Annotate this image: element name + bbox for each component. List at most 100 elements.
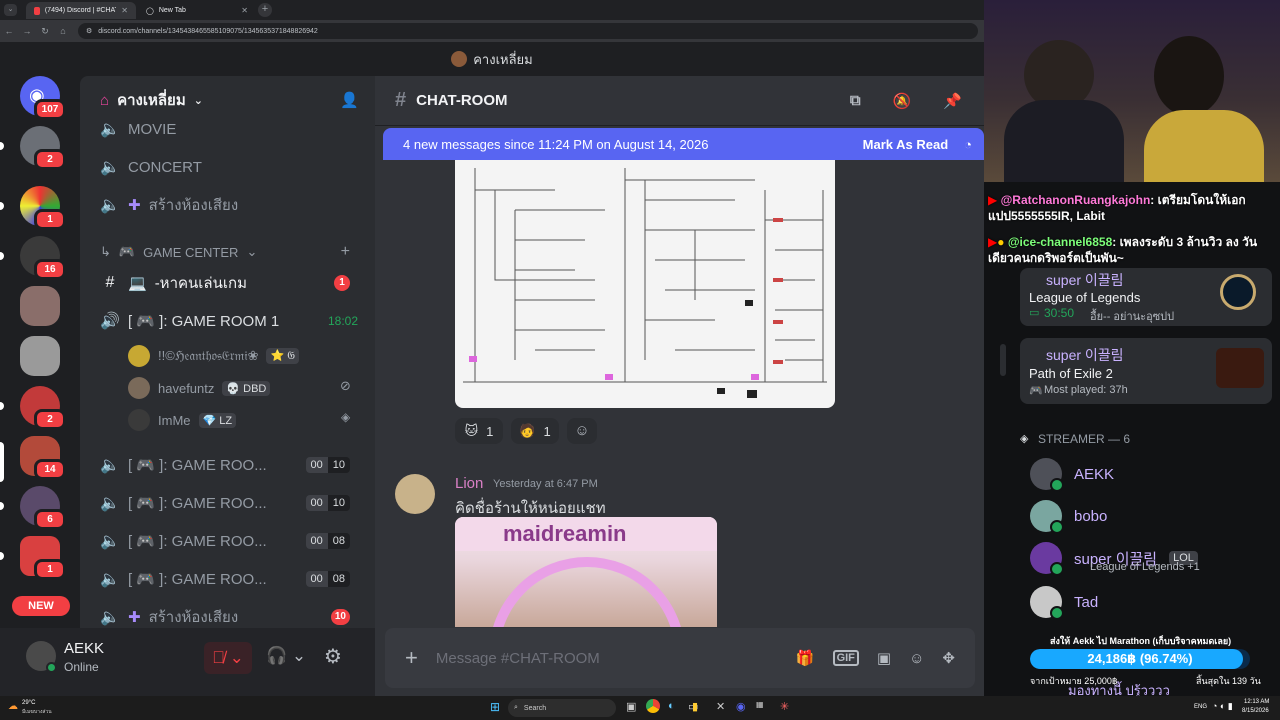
message-author[interactable]: Lion [455,475,483,492]
voice-user[interactable]: !!©ℌ𝔢𝔞𝔫𝔱𝔥𝔬𝔰𝔈𝔯𝔪𝔦❀ ⭐ 𝔊 [128,342,300,370]
direct-messages-button[interactable]: ◉ 107 [20,76,66,120]
face-emoji-icon: 🧑 [519,423,536,438]
category-game-center[interactable]: ↳ 🎮 GAME CENTER ⌄ + [100,237,368,267]
gif-icon[interactable]: GIF [832,650,859,666]
reaction-button[interactable]: 🐱 1 [455,418,503,444]
wifi-icon[interactable]: ◔ ◐ ▮ [1212,701,1233,712]
voice-channel-game-room[interactable]: 🔈 [ 🎮 ]: GAME ROO... 00 08 [100,526,368,556]
reload-icon[interactable]: ↻ [36,26,54,37]
voice-user[interactable]: ImMe 💎 LZ [128,406,237,434]
image-attachment[interactable] [455,160,835,408]
voice-channel-game-room-1[interactable]: 🔊 [ 🎮 ]: GAME ROOM 1 18:02 [100,306,368,336]
forward-icon[interactable]: → [18,26,36,36]
add-channel-icon[interactable]: + [341,243,350,261]
pin-icon[interactable]: 📌 [943,92,962,110]
chrome-icon[interactable] [646,699,660,713]
member-name: Tad [1074,593,1099,611]
voice-user[interactable]: havefuntz 💀 DBD [128,374,271,402]
browser-tab-bar: (7494) Discord | #CHAT-ROOM ✕ ◯ New Tab … [0,0,984,20]
member-item[interactable]: bobo [1030,498,1107,534]
steam-icon[interactable]: ◐ [668,700,675,712]
voice-channel-game-room[interactable]: 🔈 [ 🎮 ]: GAME ROO... 00 10 [100,488,368,518]
gift-icon[interactable]: 🎁 [796,649,815,667]
windows-start-icon[interactable]: ⊞ [490,700,500,714]
person-left-body [1004,100,1124,182]
server-icon[interactable]: 2 [20,386,66,430]
server-icon[interactable] [20,336,60,376]
mute-microphone-button[interactable]: 🎙̸ ⌄ [204,642,252,674]
status-tag: 💎 LZ [198,412,237,428]
avatar [1030,458,1064,492]
member-item[interactable]: AEKK [1030,456,1114,492]
create-voice-channel[interactable]: 🔈 ✚ สร้างห้องเสียง 10 [100,602,368,628]
activity-card-poe[interactable]: super 이끌림 Path of Exile 2 🎮 Most played:… [1020,338,1272,404]
close-icon[interactable]: ✕ [241,6,248,15]
voice-user-name: ImMe [158,412,191,428]
voice-channel-concert[interactable]: 🔈 CONCERT [100,152,368,182]
text-channel[interactable]: # 💻 -หาคนเล่นเกม 1 [100,268,368,298]
new-messages-bar[interactable]: 4 new messages since 11:24 PM on August … [383,128,984,160]
speaker-on-icon: 🔊 [100,313,120,330]
clock-time[interactable]: 12:13 AM [1244,699,1269,705]
scrollbar-thumb[interactable] [1000,344,1006,376]
tab-new-tab[interactable]: ◯ New Tab ✕ [138,2,256,19]
address-bar[interactable]: ⚙ discord.com/channels/13454384655851090… [78,23,978,39]
server-icon[interactable]: 14 [20,436,66,480]
new-tab-button[interactable]: + [258,3,272,17]
image-attachment[interactable]: maidreamin [455,517,717,627]
server-icon[interactable]: 1 [20,536,66,580]
add-member-icon[interactable]: 👤 [340,91,359,109]
close-icon[interactable]: ✕ [121,6,128,15]
taskbar-search[interactable]: ⌕ Search [508,699,616,717]
user-limit-max: 08 [327,533,350,549]
unread-badge: 1 [34,559,66,580]
new-unreads-badge[interactable]: NEW [12,596,70,616]
voice-channel-movie[interactable]: 🔈 MOVIE [100,114,368,144]
language-indicator[interactable]: ENG [1194,704,1207,710]
webcam-feed [984,0,1280,182]
channel-name: สร้างห้องเสียง [148,609,239,626]
mark-as-read-button[interactable]: Mark As Read [863,137,949,152]
youtube-icon: ▶ [988,235,998,249]
back-icon[interactable]: ← [0,26,18,36]
avatar [128,409,150,431]
server-icon[interactable]: 1 [20,186,66,230]
gear-icon[interactable]: ⚙ [324,644,342,669]
sticker-icon[interactable]: ▣ [877,649,891,667]
message-input[interactable]: Message #CHAT-ROOM [436,650,778,667]
chevron-down-icon: ⌄ [193,94,203,107]
mention-badge: 1 [334,275,350,291]
clock-date[interactable]: 8/15/2026 [1242,708,1269,714]
home-icon[interactable]: ⌂ [54,26,72,36]
plus-icon[interactable]: + [405,645,418,671]
activity-card-lol[interactable]: super 이끌림 League of Legends ▭ 30:50 อื้ย… [1020,268,1272,326]
voice-channel-game-room[interactable]: 🔈 [ 🎮 ]: GAME ROO... 00 10 [100,450,368,480]
threads-icon[interactable]: ⧉ [850,92,861,109]
site-info-icon[interactable]: ⚙ [86,27,92,35]
channel-name: [ 🎮 ]: GAME ROO... [128,571,267,588]
app-icon[interactable]: ✕ [716,700,725,713]
app-icon[interactable]: ▦ [756,700,764,709]
server-icon[interactable]: 6 [20,486,66,530]
headphones-icon[interactable]: 🎧 ⌄ [266,646,306,666]
channel-name: MOVIE [128,120,177,138]
server-icon[interactable]: 16 [20,236,66,280]
tab-discord[interactable]: (7494) Discord | #CHAT-ROOM ✕ [26,2,136,19]
message-composer[interactable]: + Message #CHAT-ROOM 🎁 GIF ▣ ☺ ✥ [385,628,975,688]
create-voice-channel[interactable]: 🔈 ✚ สร้างห้องเสียง [100,190,368,220]
emoji-icon[interactable]: ☺ [909,650,924,667]
discord-taskbar-icon[interactable]: ◉ [736,700,746,713]
task-view-icon[interactable]: ▣ [626,700,636,713]
server-icon[interactable] [20,286,60,326]
member-item[interactable]: Tad [1030,584,1098,620]
file-explorer-icon[interactable]: ▮ [692,700,698,713]
mute-notifications-icon[interactable]: 🔕 [893,92,912,110]
server-icon[interactable]: 2 [20,126,66,170]
app-icon[interactable]: ✳ [780,700,789,713]
avatar[interactable] [395,474,435,514]
reaction-button[interactable]: 🧑 1 [511,418,559,444]
tab-search-button[interactable]: ⌄ [4,4,17,16]
apps-icon[interactable]: ✥ [942,649,955,667]
voice-channel-game-room[interactable]: 🔈 [ 🎮 ]: GAME ROO... 00 08 [100,564,368,594]
add-reaction-button[interactable]: ☺ [567,418,597,444]
